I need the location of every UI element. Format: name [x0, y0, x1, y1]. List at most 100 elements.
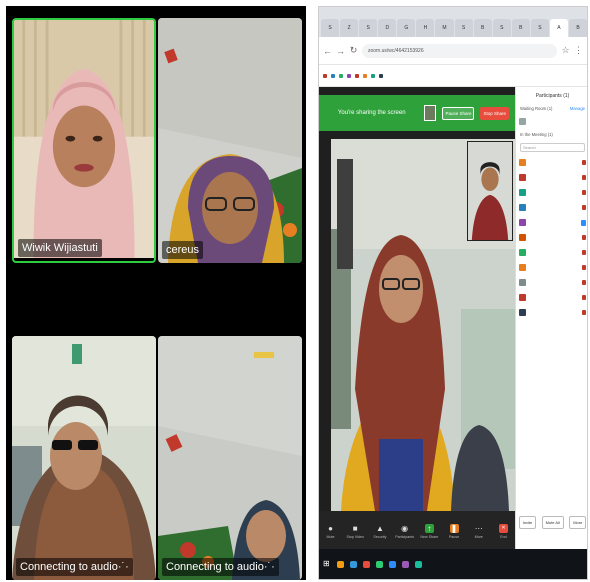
- participants-panel-title: Participants (1): [535, 93, 570, 99]
- mic-muted-icon: [582, 190, 586, 195]
- menu-dots-icon[interactable]: ⋮: [574, 45, 583, 56]
- video-tile-2[interactable]: cereus: [158, 18, 302, 263]
- video-tile-3[interactable]: Connecting to audio·˙·: [12, 336, 156, 580]
- more-options-button[interactable]: More: [569, 516, 587, 529]
- mute-button[interactable]: ● Mute: [322, 524, 339, 539]
- participant-row[interactable]: [516, 170, 587, 185]
- app-icon[interactable]: [363, 560, 370, 568]
- forward-icon[interactable]: →: [336, 46, 345, 56]
- participant-row[interactable]: [516, 290, 587, 305]
- mic-icon: ●: [328, 523, 333, 533]
- pause-share-icon: ❚: [449, 523, 459, 533]
- app-icon[interactable]: [376, 560, 383, 568]
- video-icon: ■: [352, 523, 358, 533]
- bookmark-item[interactable]: [371, 73, 375, 78]
- end-icon: ✕: [498, 523, 508, 533]
- self-view-video: [467, 141, 513, 241]
- security-button[interactable]: ▲ Security: [371, 524, 388, 539]
- app-icon[interactable]: [402, 560, 409, 568]
- reload-icon[interactable]: ↻: [349, 45, 358, 56]
- participant-row[interactable]: [516, 245, 587, 260]
- browser-tab[interactable]: G: [397, 19, 416, 37]
- end-meeting-button[interactable]: ✕ End: [495, 523, 512, 539]
- participant-name-label: Connecting to audio·˙·: [16, 558, 133, 576]
- screen-share-banner: You're sharing the screen Pause Share St…: [319, 95, 515, 131]
- bookmark-item[interactable]: [339, 73, 343, 78]
- browser-tab-active[interactable]: A: [549, 19, 569, 37]
- browser-tab[interactable]: M: [435, 19, 454, 37]
- mic-muted-icon: [582, 250, 586, 255]
- participant-row[interactable]: [516, 155, 587, 170]
- mic-muted-icon: [582, 265, 586, 270]
- participant-row[interactable]: [516, 215, 587, 230]
- pause-share-button[interactable]: Pause Share: [442, 106, 475, 120]
- invite-button[interactable]: Invite: [518, 516, 537, 529]
- browser-tab[interactable]: S: [454, 19, 473, 37]
- pause-share-toolbar-button[interactable]: ❚ Pause: [446, 523, 463, 539]
- participant-row[interactable]: [516, 275, 587, 290]
- avatar: [519, 294, 526, 301]
- bookmark-item[interactable]: [355, 73, 359, 78]
- browser-app-icon[interactable]: [350, 560, 357, 568]
- mute-all-button[interactable]: Mute All: [541, 516, 564, 529]
- mic-muted-icon: [582, 310, 586, 315]
- participant-video: [14, 20, 154, 259]
- participant-search-input[interactable]: Search: [520, 143, 585, 152]
- avatar: [519, 219, 526, 226]
- manage-link[interactable]: Manage: [570, 106, 585, 111]
- browser-tab[interactable]: Z: [340, 19, 359, 37]
- mic-muted-icon: [582, 205, 586, 210]
- url-input[interactable]: zoom.us/wc/4642153926: [362, 43, 557, 58]
- participant-row[interactable]: [516, 185, 587, 200]
- file-explorer-icon[interactable]: [337, 560, 344, 568]
- participants-button[interactable]: ◉ Participants: [395, 524, 414, 539]
- browser-tab[interactable]: D: [378, 19, 397, 37]
- waiting-room-header: Waiting Room (1) Manage: [520, 106, 585, 111]
- windows-start-icon[interactable]: ⊞: [323, 560, 331, 568]
- browser-tab[interactable]: S: [321, 19, 340, 37]
- stop-video-button[interactable]: ■ Stop Video: [346, 523, 364, 539]
- avatar: [519, 234, 526, 241]
- participant-row[interactable]: [516, 305, 587, 320]
- participant-name-label: Wiwik Wijiastuti: [18, 239, 102, 257]
- more-icon: ⋯: [474, 523, 483, 533]
- participant-hover-actions[interactable]: [580, 219, 586, 226]
- browser-tab[interactable]: S: [530, 19, 549, 37]
- back-icon[interactable]: ←: [323, 46, 332, 56]
- browser-tab[interactable]: B: [569, 19, 587, 37]
- meeting-toolbar: ● Mute ■ Stop Video ▲ Security ◉ Participant…: [319, 511, 515, 551]
- participant-video: [158, 336, 302, 580]
- bookmarks-bar: [319, 65, 587, 87]
- new-share-button[interactable]: ↑ New Share: [420, 523, 438, 539]
- mic-muted-icon: [582, 280, 586, 285]
- participant-name-label: Connecting to audio·˙·: [162, 558, 279, 576]
- participant-row[interactable]: [516, 114, 587, 129]
- participant-row[interactable]: [516, 230, 587, 245]
- mic-muted-icon: [582, 160, 586, 165]
- browser-tab[interactable]: H: [416, 19, 435, 37]
- video-tile-1[interactable]: Wiwik Wijiastuti: [12, 18, 156, 263]
- video-tile-4[interactable]: Connecting to audio·˙·: [158, 336, 302, 580]
- browser-tab[interactable]: B: [511, 19, 530, 37]
- participant-row[interactable]: [516, 200, 587, 215]
- screenshot-collage: Wiwik Wijiastuti cereus Connecting to au…: [0, 0, 590, 582]
- stop-share-button[interactable]: Stop Share: [480, 106, 509, 120]
- browser-tab[interactable]: B: [473, 19, 492, 37]
- zoom-app-icon[interactable]: [389, 560, 396, 568]
- avatar: [519, 159, 526, 166]
- browser-tab[interactable]: S: [359, 19, 378, 37]
- more-button[interactable]: ⋯ More: [470, 524, 487, 539]
- bookmark-item[interactable]: [347, 73, 351, 78]
- participant-row[interactable]: [516, 260, 587, 275]
- bookmark-item[interactable]: [363, 73, 367, 78]
- app-icon[interactable]: [415, 560, 422, 568]
- bookmark-item[interactable]: [331, 73, 335, 78]
- mic-muted-icon: [582, 175, 586, 180]
- bookmark-item[interactable]: [323, 73, 327, 78]
- star-icon[interactable]: ☆: [561, 45, 570, 56]
- browser-tab[interactable]: S: [492, 19, 511, 37]
- bookmark-item[interactable]: [379, 73, 383, 78]
- participants-footer: Invite Mute All More: [516, 516, 587, 529]
- in-meeting-header: In the Meeting (1): [520, 132, 553, 137]
- avatar: [519, 174, 526, 181]
